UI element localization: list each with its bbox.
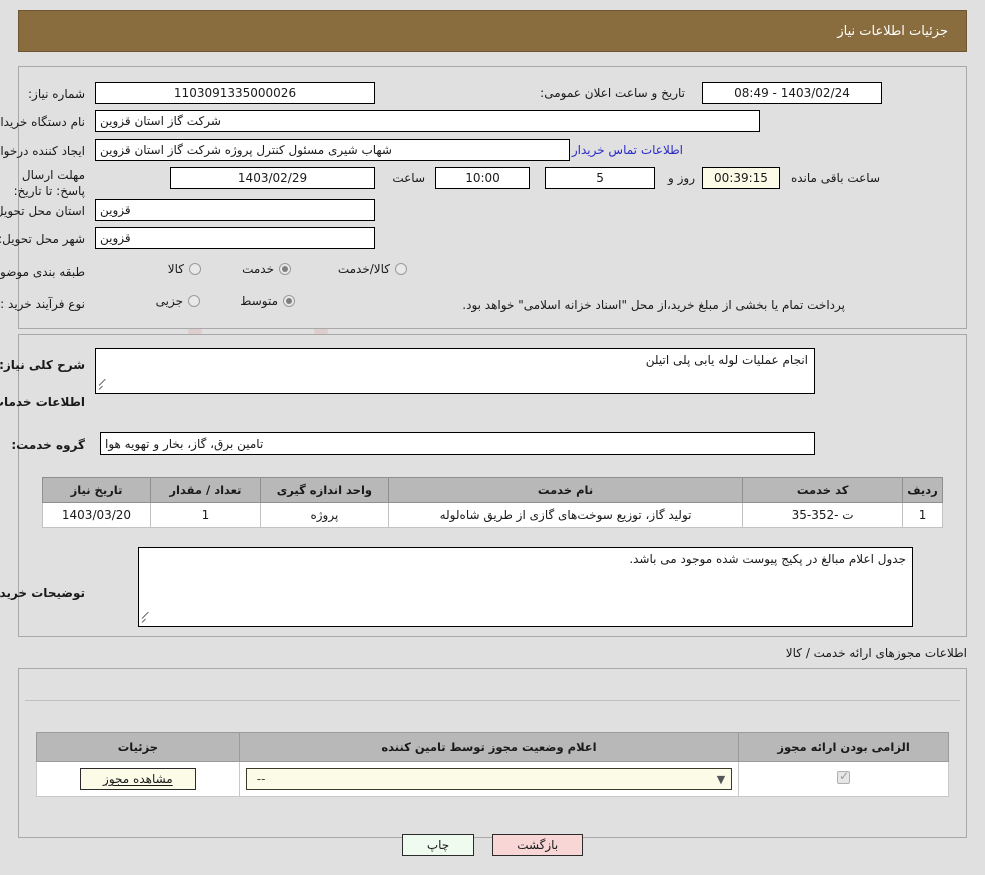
deadline-time-value: 10:00 [435, 167, 530, 189]
col-radif: ردیف [902, 477, 943, 503]
cell-code: ت -352-35 [742, 502, 904, 528]
col-need-date: تاریخ نیاز [42, 477, 151, 503]
deadline-hour-label: ساعت [392, 171, 425, 185]
category-label: طبقه بندی موضوعی: [0, 265, 85, 279]
radio-indicator [283, 295, 295, 307]
services-table-header-row: ردیف کد خدمت نام خدمت واحد اندازه گیری ت… [42, 477, 943, 503]
table-row: 1 ت -352-35 تولید گاز، توزیع سوخت‌های گا… [42, 502, 943, 528]
radio-category-kala-khedmat[interactable]: کالا/خدمت [338, 262, 407, 276]
summary-label: شرح کلی نیاز: [0, 358, 85, 372]
announce-value: 1403/02/24 - 08:49 [702, 82, 882, 104]
col-unit: واحد اندازه گیری [259, 477, 389, 503]
page-title: جزئیات اطلاعات نیاز [837, 23, 948, 39]
remaining-days-value: 5 [545, 167, 655, 189]
cell-required [738, 761, 949, 797]
license-status-select[interactable]: ▼ -- [245, 768, 733, 790]
buyer-notes-textarea[interactable]: جدول اعلام مبالغ در پکیج پیوست شده موجود… [138, 547, 913, 627]
radio-indicator [189, 263, 201, 275]
cell-radif: 1 [902, 502, 943, 528]
city-label: شهر محل تحویل: [0, 232, 85, 246]
cell-unit: پروژه [259, 502, 389, 528]
licenses-table-header-row: الزامی بودن ارائه مجوز اعلام وضعیت مجوز … [36, 732, 949, 762]
licenses-caption: اطلاعات مجوزهای ارائه خدمت / کالا [785, 646, 967, 660]
resize-grip-icon[interactable] [99, 382, 108, 391]
buyer-notes-value: جدول اعلام مبالغ در پکیج پیوست شده موجود… [629, 552, 906, 566]
payment-note: پرداخت تمام یا بخشی از مبلغ خرید،از محل … [462, 298, 845, 312]
city-value: قزوین [95, 227, 375, 249]
service-group-value: تامین برق، گاز، بخار و تهویه هوا [100, 432, 815, 455]
creator-label: ایجاد کننده درخواست: [0, 144, 85, 158]
cell-details: مشاهده مجوز [36, 761, 240, 797]
summary-value: انجام عملیات لوله یابی پلی اتیلن [645, 353, 808, 367]
radio-indicator [188, 295, 200, 307]
summary-textarea[interactable]: انجام عملیات لوله یابی پلی اتیلن [95, 348, 815, 394]
buyer-org-label: نام دستگاه خریدار: [0, 115, 85, 129]
licenses-table: الزامی بودن ارائه مجوز اعلام وضعیت مجوز … [36, 732, 949, 797]
cell-status: ▼ -- [238, 761, 740, 797]
col-required: الزامی بودن ارائه مجوز [738, 732, 949, 762]
countdown-timer: 00:39:15 [702, 167, 780, 189]
radio-label: خدمت [242, 262, 274, 276]
province-label: استان محل تحویل: [0, 204, 85, 218]
deadline-label: مهلت ارسال پاسخ: تا تاریخ: [13, 168, 85, 199]
deadline-date-value: 1403/02/29 [170, 167, 375, 189]
required-checkbox [837, 770, 851, 784]
radio-label: متوسط [240, 294, 278, 308]
services-table: ردیف کد خدمت نام خدمت واحد اندازه گیری ت… [42, 477, 943, 528]
service-group-label: گروه خدمت: [11, 438, 85, 452]
col-qty: تعداد / مقدار [149, 477, 261, 503]
cell-qty: 1 [149, 502, 261, 528]
radio-label: جزیی [155, 294, 183, 308]
radio-category-khedmat[interactable]: خدمت [242, 262, 291, 276]
remaining-hours-label: ساعت باقی مانده [790, 171, 880, 185]
view-license-button[interactable]: مشاهده مجوز [80, 768, 196, 790]
cell-need-date: 1403/03/20 [42, 502, 151, 528]
resize-grip-icon[interactable] [142, 615, 151, 624]
buyer-notes-label: توضیحات خریدار: [0, 586, 85, 600]
process-label: نوع فرآیند خرید : [0, 297, 85, 311]
col-status: اعلام وضعیت مجوز توسط تامین کننده [238, 732, 740, 762]
col-code: کد خدمت [742, 477, 904, 503]
radio-indicator [279, 263, 291, 275]
need-number-label: شماره نیاز: [28, 87, 85, 101]
services-heading: اطلاعات خدمات مورد نیاز [0, 395, 85, 409]
table-row: ▼ -- مشاهده مجوز [36, 761, 949, 797]
print-button[interactable]: چاپ [401, 834, 475, 856]
chevron-down-icon: ▼ [716, 772, 726, 786]
need-number-value: 1103091335000026 [95, 82, 375, 104]
province-value: قزوین [95, 199, 375, 221]
col-details: جزئیات [36, 732, 240, 762]
footer-buttons: بازگشت چاپ [0, 834, 985, 856]
radio-indicator [395, 263, 407, 275]
license-status-value: -- [256, 772, 266, 786]
need-info-panel [18, 66, 967, 329]
buyer-contact-link[interactable]: اطلاعات تماس خریدار [572, 143, 683, 157]
licenses-divider [25, 700, 960, 701]
page-title-bar: جزئیات اطلاعات نیاز [18, 10, 967, 52]
radio-category-kala[interactable]: کالا [168, 262, 201, 276]
radio-process-jozei[interactable]: جزیی [156, 294, 200, 308]
radio-label: کالا [167, 262, 184, 276]
remaining-days-label: روز و [668, 171, 695, 185]
radio-label: کالا/خدمت [337, 262, 390, 276]
radio-process-motevaset[interactable]: متوسط [240, 294, 295, 308]
buyer-org-value: شرکت گاز استان قزوین [95, 110, 760, 132]
cell-name: تولید گاز، توزیع سوخت‌های گازی از طریق ش… [387, 502, 744, 528]
col-name: نام خدمت [387, 477, 744, 503]
back-button[interactable]: بازگشت [492, 834, 584, 856]
creator-value: شهاب شیری مسئول کنترل پروژه شرکت گاز است… [95, 139, 570, 161]
announce-label: تاریخ و ساعت اعلان عمومی: [540, 86, 685, 100]
